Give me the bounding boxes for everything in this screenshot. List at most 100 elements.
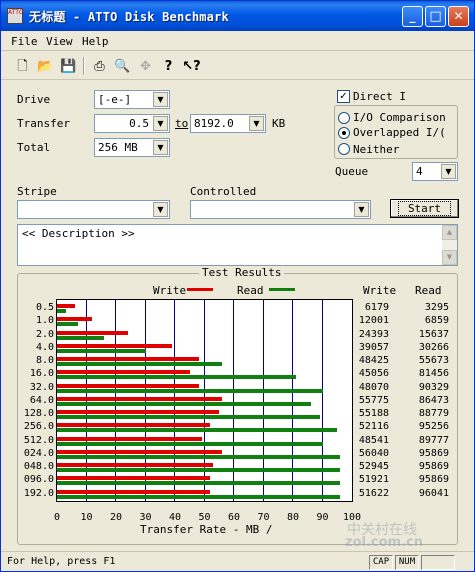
menu-bar: File View Help (1, 31, 474, 51)
write-value: 45056 (358, 368, 389, 380)
scroll-indicator (421, 555, 455, 570)
write-column-header: Write (363, 284, 397, 297)
chevron-down-icon[interactable]: ▼ (354, 202, 369, 217)
chevron-down-icon[interactable]: ▼ (153, 116, 168, 131)
read-value: 55673 (418, 355, 449, 366)
legend-read-line (269, 288, 295, 291)
read-bar (57, 494, 341, 499)
queue-select[interactable]: 4 ▼ (412, 162, 458, 181)
write-bar (57, 436, 202, 441)
x-tick-label: 0 (53, 512, 61, 523)
row-label: 048.0 (23, 461, 54, 472)
total-label: Total (17, 141, 51, 154)
x-axis-label: Transfer Rate - MB / (140, 523, 273, 536)
row-label: 64.0 (29, 394, 54, 406)
io-comparison-radio[interactable] (338, 112, 350, 124)
chevron-down-icon[interactable]: ▼ (153, 92, 168, 107)
write-bar (57, 463, 214, 467)
legend-write-line (187, 288, 213, 291)
write-bar (57, 330, 128, 335)
write-bar (57, 343, 173, 348)
scroll-up-icon[interactable]: ▲ (442, 225, 457, 240)
description-box[interactable]: << Description >> ▲ ▼ (17, 224, 458, 266)
chevron-down-icon[interactable]: ▼ (249, 116, 264, 131)
help-icon[interactable]: ? (158, 56, 179, 76)
direct-io-label: Direct I (353, 90, 406, 103)
kb-label: KB (272, 117, 286, 130)
minimize-button[interactable]: _ (402, 6, 423, 27)
x-tick-label: 60 (227, 512, 241, 523)
queue-label: Queue (335, 165, 369, 178)
read-value: 96041 (418, 487, 449, 499)
read-value: 90329 (418, 381, 449, 393)
start-button[interactable]: Start (390, 199, 459, 218)
total-select[interactable]: 256 MB ▼ (94, 138, 170, 157)
print-icon[interactable]: ⎙ (89, 56, 110, 76)
read-value: 95869 (418, 447, 449, 459)
chevron-down-icon[interactable]: ▼ (153, 202, 168, 217)
status-bar: For Help, press F1 CAP NUM (1, 551, 474, 571)
open-icon[interactable]: 📂 (35, 56, 56, 76)
new-icon[interactable]: 🗋 (12, 56, 33, 76)
print-preview-icon[interactable]: 🔍 (112, 56, 133, 76)
menu-view[interactable]: View (46, 35, 73, 48)
save-icon[interactable]: 💾 (58, 56, 79, 76)
read-column-header: Read (415, 284, 442, 297)
maximize-button[interactable]: □ (425, 6, 446, 27)
chevron-down-icon[interactable]: ▼ (153, 140, 168, 155)
write-bar (57, 317, 93, 322)
atto-app-icon: ATTO (7, 8, 24, 24)
write-value: 12001 (358, 315, 389, 327)
direct-io-checkbox[interactable]: ✓ (337, 90, 350, 103)
write-value: 52116 (358, 421, 389, 433)
transfer-from-value: 0.5 (129, 117, 149, 130)
status-text: For Help, press F1 (7, 556, 116, 567)
read-value: 15637 (418, 328, 449, 340)
overlapped-io-label: Overlapped I/( (353, 126, 446, 139)
context-help-icon[interactable]: ↖? (181, 56, 202, 76)
overlapped-io-radio[interactable] (338, 127, 350, 139)
write-bar (57, 383, 199, 388)
io-comparison-label: I/O Comparison (353, 111, 446, 124)
description-scrollbar[interactable]: ▲ ▼ (442, 225, 457, 265)
move-icon[interactable]: ✥ (135, 56, 156, 76)
read-bar (57, 388, 323, 393)
write-bar (57, 410, 220, 414)
controlled-label: Controlled (190, 185, 257, 198)
write-bar (57, 476, 211, 481)
num-indicator: NUM (395, 555, 419, 570)
scroll-down-icon[interactable]: ▼ (442, 250, 457, 265)
read-bar (57, 401, 311, 406)
x-tick-label: 70 (257, 512, 270, 523)
read-value: 95256 (418, 421, 449, 433)
drive-select[interactable]: [-e-] ▼ (94, 90, 170, 109)
transfer-from-select[interactable]: 0.5 ▼ (94, 114, 170, 133)
controlled-select[interactable]: ▼ (190, 200, 371, 219)
write-value: 6179 (364, 302, 389, 313)
close-button[interactable]: ✕ (448, 6, 469, 27)
x-tick-label: 30 (139, 512, 152, 523)
write-value: 52945 (358, 461, 389, 472)
transfer-to-select[interactable]: 8192.0 ▼ (190, 114, 266, 133)
menu-file[interactable]: File (11, 35, 38, 48)
menu-help[interactable]: Help (82, 35, 109, 48)
stripe-select[interactable]: ▼ (17, 200, 170, 219)
results-chart-plot (56, 299, 353, 502)
write-value: 51921 (358, 474, 389, 486)
read-value: 88779 (418, 408, 449, 419)
write-value: 48425 (358, 355, 389, 366)
neither-radio[interactable] (338, 143, 350, 155)
row-label: 4.0 (35, 341, 54, 353)
title-bar[interactable]: ATTO 无标题 - ATTO Disk Benchmark _ □ ✕ (1, 1, 474, 31)
write-value: 56040 (358, 447, 389, 459)
chevron-down-icon[interactable]: ▼ (441, 164, 456, 179)
window-title: 无标题 - ATTO Disk Benchmark (29, 10, 229, 24)
x-tick-label: 90 (316, 512, 329, 523)
row-label: 1.0 (35, 315, 54, 327)
total-value: 256 MB (98, 141, 138, 154)
drive-label: Drive (17, 93, 51, 106)
to-label: to (175, 117, 189, 130)
write-value: 48541 (358, 434, 389, 446)
write-value: 48070 (358, 381, 389, 393)
read-bar (57, 335, 105, 340)
